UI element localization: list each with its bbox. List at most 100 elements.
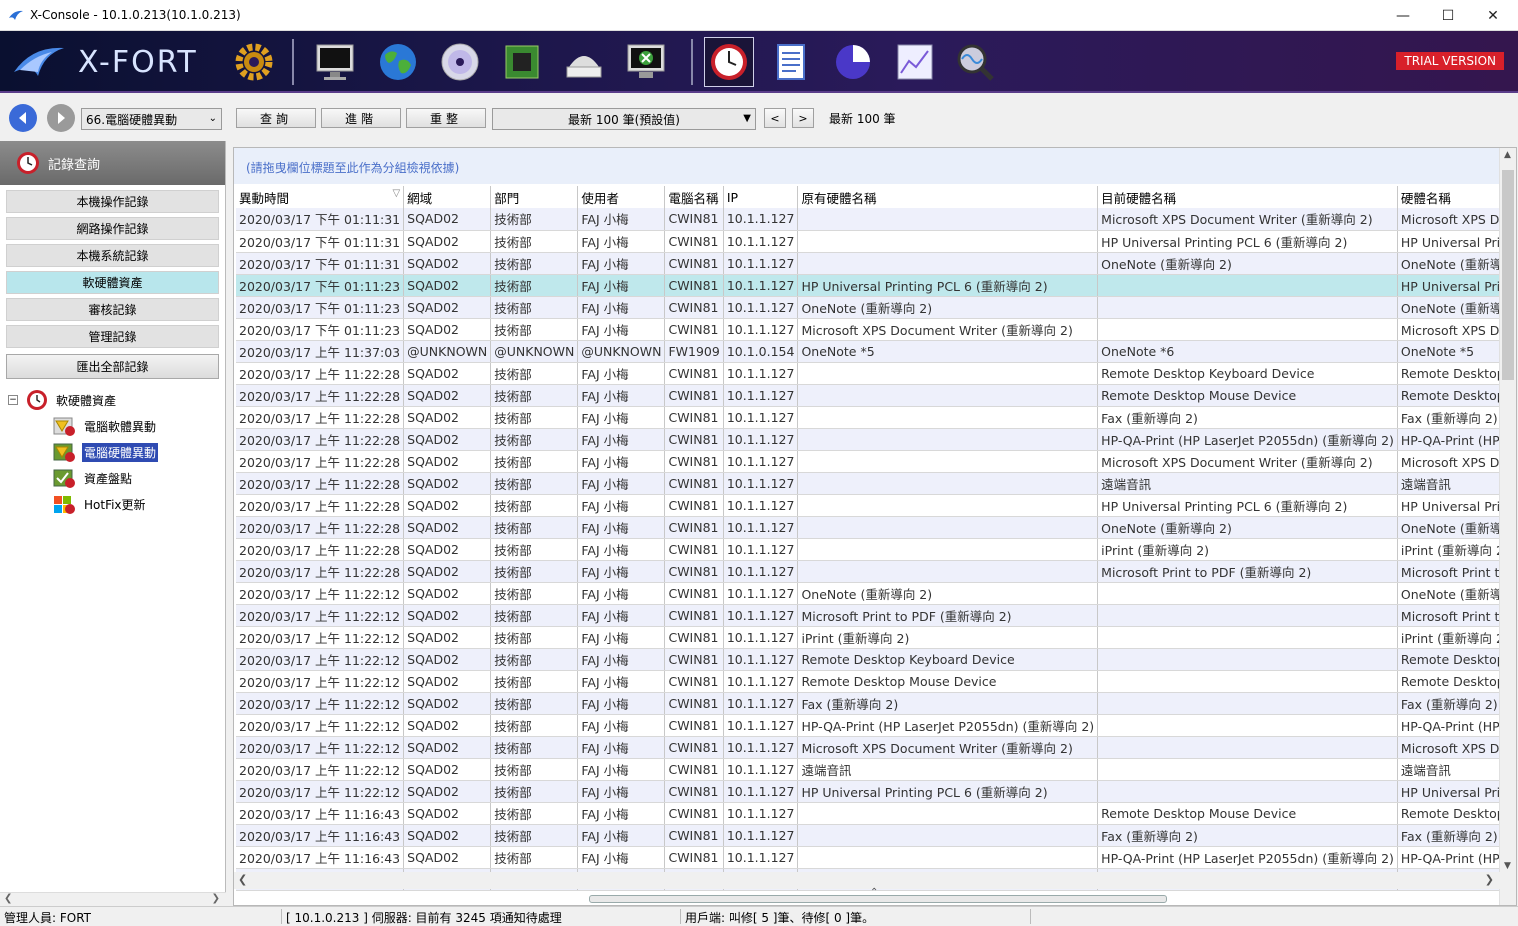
- reset-button[interactable]: 重整: [406, 108, 486, 128]
- panel-splitter[interactable]: ⌃: [589, 887, 1167, 903]
- sidebar-item-system-logs[interactable]: 本機系統記錄: [6, 244, 219, 267]
- vertical-scrollbar[interactable]: ▲ ▼: [1499, 148, 1516, 905]
- column-header-new-hardware[interactable]: 目前硬體名稱: [1097, 186, 1398, 208]
- prev-page-button[interactable]: <: [764, 108, 786, 128]
- gear-icon[interactable]: [231, 39, 277, 85]
- table-cell: 10.1.1.127: [723, 516, 799, 539]
- column-header-domain[interactable]: 網域: [403, 186, 492, 208]
- drive-icon[interactable]: [561, 39, 607, 85]
- sidebar-item-assets[interactable]: 軟硬體資產: [6, 271, 219, 294]
- table-row[interactable]: 2020/03/17 上午 11:22:12 SQAD02 技術部 FAJ 小梅 CWI…: [236, 626, 1516, 649]
- column-header-user[interactable]: 使用者: [577, 186, 666, 208]
- view-select[interactable]: 66.電腦硬體異動 ⌄: [81, 108, 222, 130]
- advanced-button[interactable]: 進階: [321, 108, 401, 128]
- table-row[interactable]: 2020/03/17 上午 11:22:12 SQAD02 技術部 FAJ 小梅 CWI…: [236, 648, 1516, 671]
- table-row[interactable]: 2020/03/17 上午 11:22:28 SQAD02 技術部 FAJ 小梅 CWI…: [236, 472, 1516, 495]
- table-row[interactable]: 2020/03/17 上午 11:16:43SQAD02技術部FAJ 小梅CWI…: [236, 824, 1516, 847]
- sidebar-item-local-ops[interactable]: 本機操作記錄: [6, 190, 219, 213]
- table-row[interactable]: 2020/03/17 上午 11:22:28 SQAD02 技術部 FAJ 小梅 CWI…: [236, 516, 1516, 539]
- column-header-ip[interactable]: IP: [723, 186, 799, 208]
- globe-icon[interactable]: [375, 39, 421, 85]
- table-cell: CWIN81: [664, 802, 724, 825]
- scroll-down-icon[interactable]: ▼: [1504, 861, 1511, 871]
- scrollbar-thumb[interactable]: [1502, 170, 1514, 380]
- table-cell: 技術部: [490, 582, 579, 605]
- scroll-left-icon[interactable]: ❮: [4, 893, 12, 904]
- clock-icon[interactable]: [704, 37, 754, 87]
- table-row[interactable]: 2020/03/17 上午 11:22:12 SQAD02 技術部 FAJ 小梅 CWI…: [236, 604, 1516, 627]
- column-header-old-hardware[interactable]: 原有硬體名稱: [797, 186, 1099, 208]
- scroll-right-icon[interactable]: ❯: [212, 893, 220, 904]
- table-row[interactable]: 2020/03/17 上午 11:16:43SQAD02技術部FAJ 小梅CWI…: [236, 802, 1516, 825]
- table-cell: CWIN81: [664, 648, 724, 671]
- sidebar-horizontal-scrollbar[interactable]: ❮ ❯: [0, 892, 226, 906]
- table-row[interactable]: 2020/03/17 上午 11:37:03 @UNKNOWN @UNKNOWN @U…: [236, 340, 1516, 363]
- table-row[interactable]: 2020/03/17 上午 11:22:28 SQAD02 技術部 FAJ 小梅 CWI…: [236, 538, 1516, 561]
- scroll-up-icon[interactable]: ▲: [1504, 150, 1511, 160]
- table-row[interactable]: 2020/03/17 下午 01:11:31 SQAD02 技術部 FAJ 小梅 CWI…: [236, 230, 1516, 253]
- scroll-right-icon[interactable]: ❯: [1485, 873, 1494, 886]
- column-header-department[interactable]: 部門: [490, 186, 579, 208]
- column-header-time[interactable]: 異動時間 ▽: [236, 186, 405, 208]
- column-header-computer[interactable]: 電腦名稱: [664, 186, 724, 208]
- magnifier-icon[interactable]: [952, 39, 998, 85]
- table-row[interactable]: 2020/03/17 上午 11:16:43SQAD02技術部FAJ 小梅CWI…: [236, 846, 1516, 869]
- table-row[interactable]: 2020/03/17 上午 11:22:12 SQAD02 技術部 FAJ 小梅 CWI…: [236, 692, 1516, 715]
- table-cell: [797, 208, 1099, 231]
- table-cell: SQAD02: [403, 362, 492, 385]
- table-cell: FAJ 小梅: [577, 274, 666, 297]
- table-cell: FAJ 小梅: [577, 582, 666, 605]
- table-cell: FAJ 小梅: [577, 670, 666, 693]
- table-row[interactable]: 2020/03/17 下午 01:11:31 SQAD02 技術部 FAJ 小梅 CWI…: [236, 252, 1516, 275]
- computer-x-icon[interactable]: [623, 39, 669, 85]
- table-row[interactable]: 2020/03/17 上午 11:22:12 SQAD02 技術部 FAJ 小梅 CWI…: [236, 714, 1516, 737]
- table-row[interactable]: 2020/03/17 上午 11:22:28 SQAD02 技術部 FAJ 小梅 CWI…: [236, 450, 1516, 473]
- line-chart-icon[interactable]: [892, 39, 938, 85]
- table-row[interactable]: 2020/03/17 上午 11:22:12 SQAD02 技術部 FAJ 小梅 CWI…: [236, 780, 1516, 803]
- monitor-icon[interactable]: [312, 39, 358, 85]
- table-row[interactable]: 2020/03/17 上午 11:22:12 SQAD02 技術部 FAJ 小梅 CWI…: [236, 736, 1516, 759]
- horizontal-scrollbar[interactable]: ❮ ❯: [234, 872, 1500, 889]
- table-row[interactable]: 2020/03/17 上午 11:22:28 SQAD02 技術部 FAJ 小梅 CWI…: [236, 384, 1516, 407]
- table-row[interactable]: 2020/03/17 下午 01:11:23 SQAD02 技術部 FAJ 小梅 CWI…: [236, 274, 1516, 297]
- maximize-button[interactable]: ☐: [1425, 0, 1471, 31]
- minimize-button[interactable]: —: [1380, 0, 1426, 31]
- trial-version-badge: TRIAL VERSION: [1396, 52, 1504, 70]
- tree-item-hardware-change[interactable]: 電腦硬體異動: [0, 439, 225, 465]
- tree-root[interactable]: − 軟硬體資產: [0, 387, 225, 413]
- table-cell: 10.1.1.127: [723, 472, 799, 495]
- back-button[interactable]: [9, 104, 37, 132]
- collapse-icon[interactable]: −: [8, 395, 18, 405]
- next-page-button[interactable]: >: [792, 108, 814, 128]
- table-row[interactable]: 2020/03/17 上午 11:22:28 SQAD02 技術部 FAJ 小梅 CWI…: [236, 406, 1516, 429]
- range-select[interactable]: 最新 100 筆(預設值) ▼: [492, 108, 756, 130]
- tree-item-software-change[interactable]: 電腦軟體異動: [0, 413, 225, 439]
- export-all-button[interactable]: 匯出全部記錄: [6, 354, 219, 379]
- scroll-left-icon[interactable]: ❮: [238, 873, 247, 886]
- table-row[interactable]: 2020/03/17 上午 11:22:12 SQAD02 技術部 FAJ 小梅 CWI…: [236, 670, 1516, 693]
- table-row[interactable]: 2020/03/17 上午 11:22:28 SQAD02 技術部 FAJ 小梅 CWI…: [236, 494, 1516, 517]
- tree-item-hotfix[interactable]: HotFix更新: [0, 491, 225, 517]
- table-row[interactable]: 2020/03/17 上午 11:22:28 SQAD02 技術部 FAJ 小梅 CWI…: [236, 560, 1516, 583]
- group-by-hint[interactable]: (請拖曳欄位標題至此作為分組檢視依據): [234, 148, 1500, 184]
- table-row[interactable]: 2020/03/17 下午 01:11:23 SQAD02 技術部 FAJ 小梅 CWI…: [236, 296, 1516, 319]
- table-row[interactable]: 2020/03/17 下午 01:11:23 SQAD02 技術部 FAJ 小梅 CWI…: [236, 318, 1516, 341]
- table-row[interactable]: 2020/03/17 上午 11:22:28 SQAD02 技術部 FAJ 小梅 CWI…: [236, 362, 1516, 385]
- table-row[interactable]: 2020/03/17 上午 11:22:12 SQAD02 技術部 FAJ 小梅 CWI…: [236, 758, 1516, 781]
- table-row[interactable]: 2020/03/17 下午 01:11:31 SQAD02 技術部 FAJ 小梅 CWI…: [236, 208, 1516, 231]
- disc-icon[interactable]: [437, 39, 483, 85]
- clipboard-icon[interactable]: [768, 39, 814, 85]
- chevron-up-icon[interactable]: ⌃: [870, 887, 878, 898]
- table-row[interactable]: 2020/03/17 上午 11:22:12 SQAD02 技術部 FAJ 小梅 CWI…: [236, 582, 1516, 605]
- sidebar-item-network-ops[interactable]: 網路操作記錄: [6, 217, 219, 240]
- tree-item-inventory[interactable]: 資產盤點: [0, 465, 225, 491]
- sidebar-item-management[interactable]: 管理記錄: [6, 325, 219, 348]
- sidebar-item-audit[interactable]: 審核記錄: [6, 298, 219, 321]
- forward-button[interactable]: [47, 104, 75, 132]
- table-row[interactable]: 2020/03/17 上午 11:22:28 SQAD02 技術部 FAJ 小梅 CWI…: [236, 428, 1516, 451]
- query-button[interactable]: 查詢: [236, 108, 316, 128]
- table-cell: 技術部: [490, 296, 579, 319]
- pie-chart-icon[interactable]: [830, 39, 876, 85]
- chip-icon[interactable]: [499, 39, 545, 85]
- close-button[interactable]: ✕: [1470, 0, 1516, 31]
